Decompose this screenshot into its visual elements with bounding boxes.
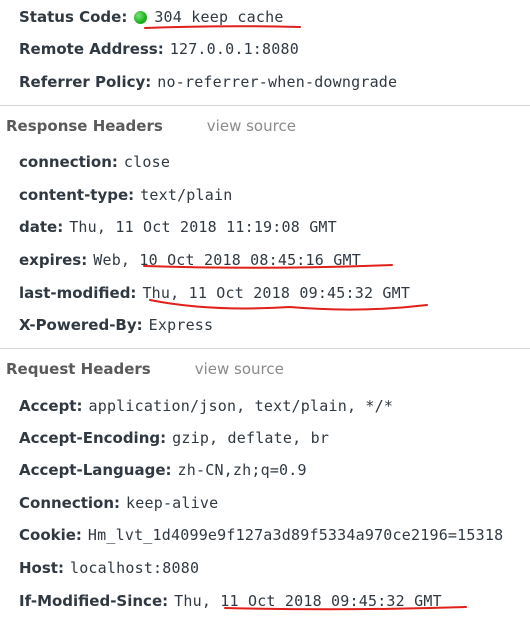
header-value: zh-CN,zh;q=0.9 [177,461,307,479]
header-key: expires: [19,251,88,269]
header-value: Thu, 11 Oct 2018 09:45:32 GMT [174,592,442,610]
header-row-host: Host: localhost:8080 [19,556,199,580]
referrer-policy-value: no-referrer-when-downgrade [157,73,398,91]
header-row-accept-encoding: Accept-Encoding: gzip, deflate, br [19,426,329,450]
header-value: close [123,153,171,171]
header-row-accept: Accept: application/json, text/plain, */… [19,394,393,418]
header-row-connection: connection: close [19,150,170,174]
header-row-connection-req: Connection: keep-alive [19,491,218,515]
request-headers-header[interactable]: Request Headers view source [0,348,530,389]
header-row-accept-language: Accept-Language: zh-CN,zh;q=0.9 [19,458,307,482]
response-view-source-link[interactable]: view source [207,117,296,135]
header-value: application/json, text/plain, */* [88,397,394,415]
remote-address-value: 127.0.0.1:8080 [169,40,299,58]
header-row-last-modified: last-modified: Thu, 11 Oct 2018 09:45:32… [19,281,410,305]
header-value: localhost:8080 [69,559,200,577]
header-row-date: date: Thu, 11 Oct 2018 11:19:08 GMT [19,215,337,239]
header-key: Accept-Encoding: [19,429,167,447]
status-ok-icon [134,10,148,24]
status-code-label: Status Code: [19,8,128,26]
status-code-row: Status Code: 304 keep cache [19,5,284,29]
status-code-value: 304 keep cache [154,8,284,26]
header-value: gzip, deflate, br [172,429,330,447]
referrer-policy-label: Referrer Policy: [19,73,152,91]
response-headers-title[interactable]: Response Headers [6,117,163,135]
header-value: Express [148,316,214,334]
header-row-x-powered-by: X-Powered-By: Express [19,313,213,337]
referrer-policy-row: Referrer Policy: no-referrer-when-downgr… [19,70,397,94]
header-row-if-modified-since: If-Modified-Since: Thu, 11 Oct 2018 09:4… [19,589,442,613]
header-value: Web, 10 Oct 2018 08:45:16 GMT [93,251,361,269]
header-key: content-type: [19,186,135,204]
header-key: Connection: [19,494,121,512]
response-headers-header[interactable]: Response Headers view source [0,105,530,146]
header-row-content-type: content-type: text/plain [19,183,232,207]
request-view-source-link[interactable]: view source [195,360,284,378]
header-row-cookie: Cookie: Hm_lvt_1d4099e9f127a3d89f5334a97… [19,523,503,547]
header-key: date: [19,218,64,236]
header-value: Thu, 11 Oct 2018 09:45:32 GMT [142,284,411,302]
header-value: Thu, 11 Oct 2018 11:19:08 GMT [69,218,337,236]
header-key: Accept: [19,397,83,415]
remote-address-label: Remote Address: [19,40,164,58]
header-key: Cookie: [19,526,82,544]
header-key: connection: [19,153,118,171]
header-value: Hm_lvt_1d4099e9f127a3d89f5334a970ce2196=… [87,526,504,544]
header-key: If-Modified-Since: [19,592,169,610]
header-key: last-modified: [19,284,137,302]
header-key: Host: [19,559,64,577]
header-value: text/plain [140,186,233,204]
header-key: X-Powered-By: [19,316,143,334]
request-headers-title[interactable]: Request Headers [6,360,151,378]
header-value: keep-alive [126,494,219,512]
header-row-expires: expires: Web, 10 Oct 2018 08:45:16 GMT [19,248,361,272]
header-key: Accept-Language: [19,461,172,479]
remote-address-row: Remote Address: 127.0.0.1:8080 [19,37,299,61]
